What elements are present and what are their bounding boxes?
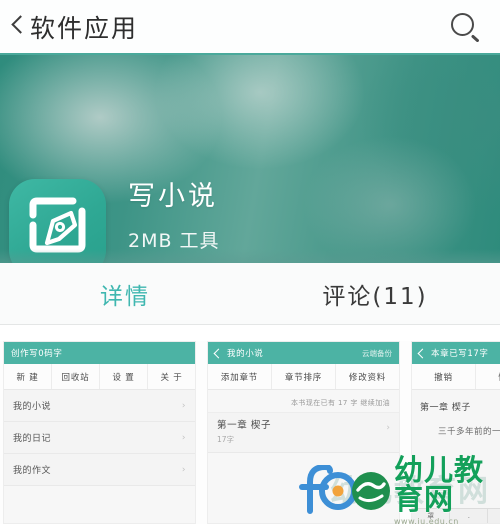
search-icon[interactable] bbox=[448, 10, 482, 44]
screenshot-home-titlebar: 创作写0码字 bbox=[4, 342, 195, 364]
list-item: 我的日记 › bbox=[4, 422, 195, 454]
screenshot-editor-title: 本章已写17字 bbox=[431, 349, 489, 359]
app-detail-screen: 软件应用 写小说 2MB 工具 7901次下载 bbox=[0, 0, 500, 524]
screenshot-home-tab-new: 新 建 bbox=[4, 364, 52, 389]
tab-details[interactable]: 详情 bbox=[0, 263, 250, 324]
app-icon-glyph bbox=[29, 197, 86, 253]
tab-comments[interactable]: 评论(11) bbox=[250, 263, 500, 324]
screenshot-home-title: 创作写0码字 bbox=[11, 349, 63, 359]
list-item-label: 我的小说 bbox=[13, 402, 52, 412]
chapter-title: 第一章 楔子 bbox=[217, 420, 272, 431]
app-icon bbox=[9, 179, 106, 263]
screenshot-novel-title: 我的小说 bbox=[227, 349, 264, 359]
keyboard-strip: 罩 . , : ? bbox=[412, 508, 500, 523]
screenshot-gallery[interactable]: 创作写0码字 新 建 回收站 设 置 关 于 我的小说 › 我的日记 › 我的作… bbox=[0, 341, 500, 524]
chevron-right-icon: › bbox=[181, 464, 186, 475]
screenshot-home-list: 我的小说 › 我的日记 › 我的作文 › bbox=[4, 390, 195, 523]
screenshot-home-tab-settings: 设 置 bbox=[100, 364, 148, 389]
navbar: 软件应用 bbox=[0, 0, 500, 55]
screenshot-editor-tab-redo: 恢复 bbox=[476, 364, 500, 389]
screenshot-editor-body: 第一章 楔子 三千多年前的一个神 bbox=[412, 390, 500, 523]
screenshot-novel-tab-edit-info: 修改资料 bbox=[348, 372, 387, 383]
keyboard-key: 罩 bbox=[412, 509, 451, 523]
app-name: 写小说 bbox=[128, 181, 218, 212]
screenshot-home-tab-recycle: 回收站 bbox=[52, 364, 100, 389]
app-hero-banner: 写小说 2MB 工具 7901次下载 bbox=[0, 55, 500, 263]
search-icon-ring bbox=[451, 12, 474, 36]
screenshot-novel-tab-add-chapter: 添加章节 bbox=[208, 364, 272, 389]
screenshot-editor[interactable]: 本章已写17字 撤销 恢复 预 第一章 楔子 三千多年前的一个神 罩 . , :… bbox=[411, 341, 500, 524]
screenshot-novel-tab-sort-chapter: 章节排序 bbox=[272, 364, 336, 389]
screenshot-novel-cloud-backup: 云端备份 bbox=[362, 348, 392, 358]
app-info-block: 写小说 2MB 工具 7901次下载 bbox=[128, 183, 354, 263]
screenshot-editor-tabs: 撤销 恢复 预 bbox=[412, 364, 500, 390]
detail-tabs: 详情 评论(11) bbox=[0, 263, 500, 325]
chapter-list-item: 第一章 楔子 17字 › bbox=[208, 412, 399, 453]
chevron-right-icon: › bbox=[181, 400, 186, 411]
app-size-category: 2MB 工具 bbox=[128, 230, 220, 252]
screenshot-novel-body: 本书现在已有 17 字 继续加油 第一章 楔子 17字 › bbox=[208, 390, 399, 523]
screenshot-editor-tab-undo: 撤销 bbox=[412, 364, 476, 389]
keyboard-key: , bbox=[488, 509, 500, 523]
list-item-label: 我的日记 bbox=[13, 434, 52, 444]
word-count-note: 本书现在已有 17 字 继续加油 bbox=[291, 399, 390, 407]
chevron-left-icon[interactable] bbox=[10, 14, 26, 40]
keyboard-key: . bbox=[450, 509, 489, 523]
chevron-right-icon: › bbox=[181, 432, 186, 443]
screenshot-home[interactable]: 创作写0码字 新 建 回收站 设 置 关 于 我的小说 › 我的日记 › 我的作… bbox=[3, 341, 196, 524]
chevron-right-icon: › bbox=[386, 423, 390, 433]
chapter-word-count: 17字 bbox=[217, 435, 235, 444]
list-item: 我的作文 › bbox=[4, 454, 195, 486]
screenshot-editor-titlebar: 本章已写17字 bbox=[412, 342, 500, 364]
screenshot-novel-tabs: 添加章节 章节排序 修改资料 bbox=[208, 364, 399, 390]
list-item-label: 我的作文 bbox=[13, 466, 52, 476]
screenshot-novel-list[interactable]: 我的小说 云端备份 添加章节 章节排序 修改资料 本书现在已有 17 字 继续加… bbox=[207, 341, 400, 524]
list-item: 我的小说 › bbox=[4, 390, 195, 422]
page-title: 软件应用 bbox=[30, 13, 139, 43]
screenshot-home-tab-about: 关 于 bbox=[160, 372, 183, 383]
screenshot-home-tabs: 新 建 回收站 设 置 关 于 bbox=[4, 364, 195, 390]
screenshot-novel-titlebar: 我的小说 云端备份 bbox=[208, 342, 399, 364]
editor-paragraph: 三千多年前的一个神 bbox=[438, 427, 500, 437]
chevron-left-icon bbox=[417, 348, 428, 358]
navbar-left-group: 软件应用 bbox=[10, 9, 138, 45]
search-icon-handle bbox=[471, 33, 480, 42]
editor-chapter-title: 第一章 楔子 bbox=[420, 403, 471, 413]
chevron-left-icon bbox=[213, 348, 224, 358]
